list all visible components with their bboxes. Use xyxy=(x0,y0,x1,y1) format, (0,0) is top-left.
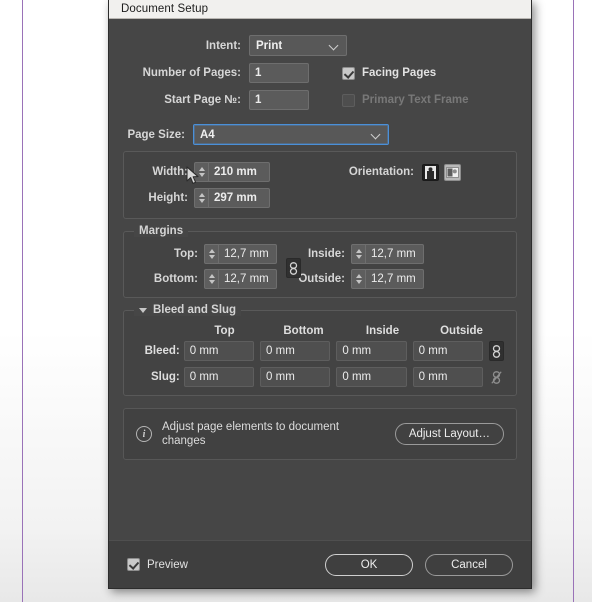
bleed-outside-input[interactable]: 0 mm xyxy=(412,341,483,361)
bleed-slug-panel: Bleed and Slug Top Bottom Inside Outside… xyxy=(123,304,517,396)
bleed-row: Bleed: 0 mm 0 mm 0 mm 0 mm xyxy=(136,341,504,361)
margin-bottom-label: Bottom: xyxy=(153,273,198,285)
dialog-body: Intent: Print Number of Pages: 1 Facing … xyxy=(109,19,531,460)
chain-link-glyph xyxy=(492,344,501,358)
margin-bottom-stepper[interactable] xyxy=(204,269,218,289)
bleed-slug-column-headers: Top Bottom Inside Outside xyxy=(136,325,504,337)
bleed-slug-title-text: Bleed and Slug xyxy=(153,304,237,316)
margins-panel: Margins Top: 12,7 mm Inside: 12,7 mm Bot… xyxy=(123,225,517,298)
slug-top-input[interactable]: 0 mm xyxy=(183,367,255,387)
adjust-layout-button[interactable]: Adjust Layout… xyxy=(394,423,504,445)
margin-inside-stepper[interactable] xyxy=(351,244,365,264)
slug-label: Slug: xyxy=(150,371,180,383)
ok-button[interactable]: OK xyxy=(325,553,413,576)
disclosure-triangle-icon xyxy=(139,307,147,313)
intent-label: Intent: xyxy=(205,39,241,52)
document-setup-dialog: Document Setup Intent: Print Number of P… xyxy=(108,0,532,589)
margin-inside-input[interactable]: 12,7 mm xyxy=(365,244,424,264)
orientation-landscape-icon[interactable] xyxy=(444,163,461,181)
info-circle-icon: i xyxy=(136,426,152,442)
page-size-panel: Width: 210 mm Orientation: Height: 297 m… xyxy=(123,151,517,219)
width-row: Width: 210 mm Orientation: xyxy=(136,162,504,182)
margin-bottom-input[interactable]: 12,7 mm xyxy=(218,269,277,289)
chevron-down-icon xyxy=(372,130,381,139)
height-row: Height: 297 mm xyxy=(136,188,504,208)
preview-label: Preview xyxy=(147,558,188,571)
number-of-pages-label: Number of Pages: xyxy=(142,67,241,79)
number-of-pages-row: Number of Pages: 1 Facing Pages xyxy=(123,63,517,83)
facing-pages-checkbox[interactable]: Facing Pages xyxy=(342,66,437,80)
margin-top-label: Top: xyxy=(173,248,198,260)
page-size-label: Page Size: xyxy=(127,128,185,141)
slug-outside-input[interactable]: 0 mm xyxy=(412,367,483,387)
landscape-glyph xyxy=(446,166,459,178)
chain-broken-glyph xyxy=(491,370,502,384)
page-size-row: Page Size: A4 xyxy=(123,124,517,145)
chevron-down-icon xyxy=(330,41,339,50)
adjust-layout-text: Adjust page elements to document changes xyxy=(162,421,340,447)
width-input[interactable]: 210 mm xyxy=(208,162,270,182)
dialog-titlebar: Document Setup xyxy=(109,0,531,19)
intent-select[interactable]: Print xyxy=(249,35,347,56)
column-header-inside: Inside xyxy=(365,325,400,337)
column-header-outside: Outside xyxy=(440,325,483,337)
primary-text-frame-checkbox[interactable]: Primary Text Frame xyxy=(342,93,469,107)
bleed-label: Bleed: xyxy=(144,345,180,357)
page-size-select[interactable]: A4 xyxy=(193,124,389,145)
margin-outside-input[interactable]: 12,7 mm xyxy=(365,269,424,289)
height-label: Height: xyxy=(148,192,188,204)
margin-top-input[interactable]: 12,7 mm xyxy=(218,244,277,264)
bleed-bottom-input[interactable]: 0 mm xyxy=(260,341,331,361)
cancel-button[interactable]: Cancel xyxy=(425,553,513,576)
start-page-label: Start Page №: xyxy=(164,94,241,106)
margins-link-icon[interactable] xyxy=(286,258,301,278)
margin-top-row: Top: 12,7 mm Inside: 12,7 mm xyxy=(136,244,504,264)
margins-title: Margins xyxy=(134,225,189,237)
chain-link-glyph xyxy=(289,261,298,275)
preview-checkbox[interactable]: Preview xyxy=(127,558,188,571)
facing-pages-label: Facing Pages xyxy=(362,67,437,79)
facing-pages-check-icon xyxy=(342,66,355,80)
bleed-inside-input[interactable]: 0 mm xyxy=(336,341,407,361)
height-stepper[interactable] xyxy=(194,188,208,208)
bleed-link-icon[interactable] xyxy=(488,341,504,361)
column-header-top: Top xyxy=(214,325,235,337)
margins-title-text: Margins xyxy=(139,225,184,237)
dialog-footer: Preview OK Cancel xyxy=(109,540,531,588)
dialog-title: Document Setup xyxy=(121,3,209,15)
slug-link-icon[interactable] xyxy=(489,367,504,387)
margin-outside-stepper[interactable] xyxy=(351,269,365,289)
height-input[interactable]: 297 mm xyxy=(208,188,270,208)
slug-bottom-input[interactable]: 0 mm xyxy=(260,367,331,387)
orientation-label: Orientation: xyxy=(348,166,414,178)
start-page-row: Start Page №: 1 Primary Text Frame xyxy=(123,90,517,110)
page-guide-right xyxy=(573,0,574,602)
bleed-top-input[interactable]: 0 mm xyxy=(183,341,255,361)
intent-row: Intent: Print xyxy=(123,35,517,56)
intent-select-value: Print xyxy=(256,39,283,52)
slug-row: Slug: 0 mm 0 mm 0 mm 0 mm xyxy=(136,367,504,387)
margin-top-stepper[interactable] xyxy=(204,244,218,264)
number-of-pages-input[interactable]: 1 xyxy=(249,63,309,83)
portrait-glyph xyxy=(425,165,436,179)
page-size-select-value: A4 xyxy=(200,128,215,141)
width-stepper[interactable] xyxy=(194,162,208,182)
preview-check-icon xyxy=(127,558,140,571)
margin-bottom-row: Bottom: 12,7 mm Outside: 12,7 mm xyxy=(136,269,504,289)
slug-inside-input[interactable]: 0 mm xyxy=(336,367,407,387)
primary-text-frame-check-icon xyxy=(342,93,355,107)
column-header-bottom: Bottom xyxy=(283,325,324,337)
bleed-slug-title[interactable]: Bleed and Slug xyxy=(134,304,242,316)
primary-text-frame-label: Primary Text Frame xyxy=(362,94,469,106)
screen: Document Setup Intent: Print Number of P… xyxy=(0,0,592,602)
start-page-input[interactable]: 1 xyxy=(249,90,309,110)
width-label: Width: xyxy=(152,166,188,178)
adjust-layout-infobox: i Adjust page elements to document chang… xyxy=(123,408,517,460)
page-guide-left xyxy=(22,0,23,602)
orientation-portrait-icon[interactable] xyxy=(422,163,439,181)
